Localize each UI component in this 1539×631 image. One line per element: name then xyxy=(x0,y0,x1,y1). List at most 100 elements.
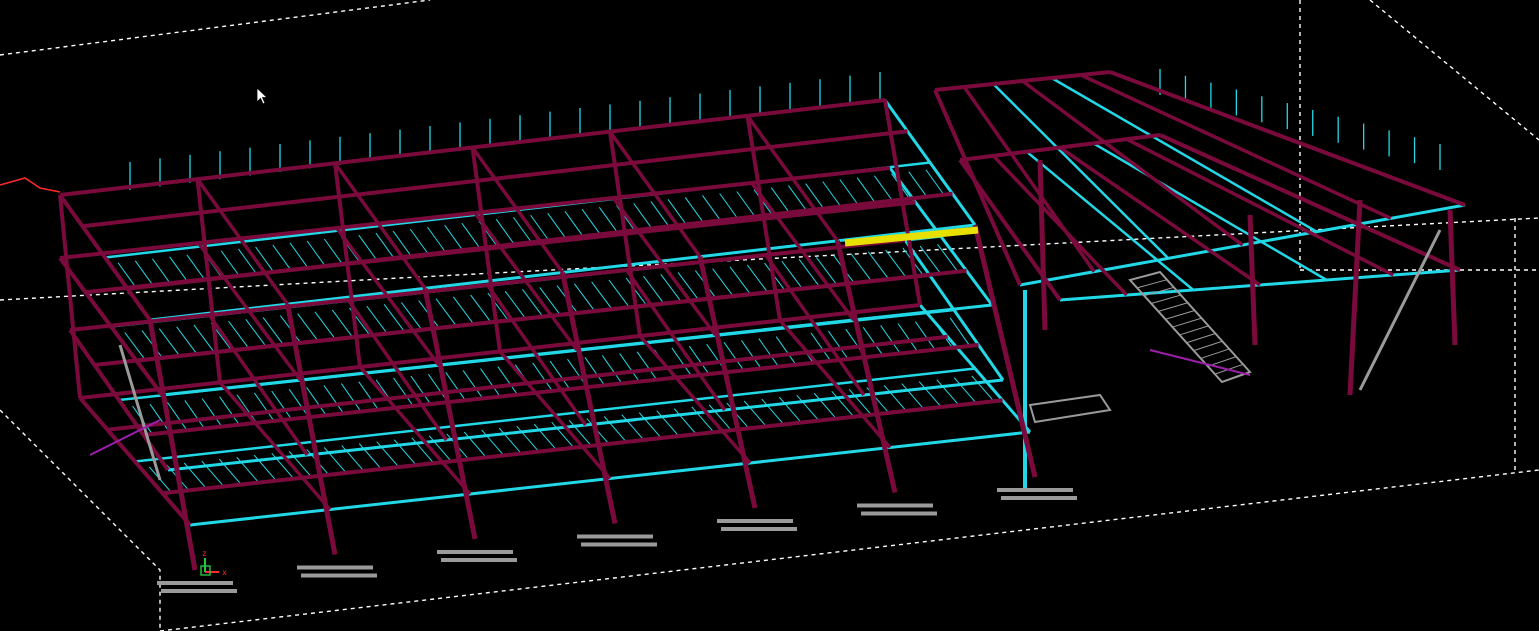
base-plate xyxy=(857,503,933,508)
floor-joist xyxy=(393,377,414,407)
floor-joist xyxy=(805,183,824,209)
floor-joist xyxy=(495,218,515,245)
floor-joist xyxy=(688,345,710,375)
floor-joist xyxy=(323,238,343,265)
floor-joist xyxy=(245,318,267,347)
floor-joist xyxy=(117,262,137,289)
floor-joist xyxy=(201,398,223,427)
back-column xyxy=(58,194,82,399)
floor-joist xyxy=(193,324,215,353)
floor-joist xyxy=(839,179,859,205)
floor-joist xyxy=(272,244,292,271)
landing-platform xyxy=(1028,393,1112,424)
floor-joist xyxy=(901,383,925,410)
floor-joist xyxy=(770,187,790,213)
floor-joist xyxy=(712,268,734,297)
annex-column xyxy=(1247,214,1258,346)
floor-joist xyxy=(152,258,171,285)
floor-joist xyxy=(401,302,423,331)
floor-joist xyxy=(435,298,457,327)
stair-tread xyxy=(1200,348,1230,359)
base-plate xyxy=(297,565,373,570)
floor-joist xyxy=(220,250,240,277)
floor-joist xyxy=(306,240,326,267)
floor-joist xyxy=(918,381,942,408)
floor-joist xyxy=(862,327,884,356)
floor-joist xyxy=(323,385,344,414)
floor-joist xyxy=(885,249,907,278)
annex-column xyxy=(1347,199,1363,396)
floor-joist xyxy=(452,296,475,325)
floor-joist xyxy=(723,342,745,371)
floor-joist xyxy=(409,228,429,255)
floor-joist xyxy=(271,390,292,420)
3d-model-viewport[interactable]: x z xyxy=(0,0,1539,631)
mouse-pointer-arrow-icon xyxy=(256,87,269,105)
floor-joist xyxy=(667,199,687,225)
stair-tread xyxy=(1158,302,1188,312)
floor-joist xyxy=(636,351,658,380)
section-line xyxy=(0,177,61,193)
floor-joist xyxy=(591,281,613,310)
bbox-edge xyxy=(159,469,1539,631)
floor-joist xyxy=(788,185,807,211)
floor-joist xyxy=(513,216,532,243)
floor-joist xyxy=(650,201,670,227)
floor-joist xyxy=(953,377,977,404)
floor-joist xyxy=(880,325,901,354)
floor-joist xyxy=(314,311,336,340)
stair-tread xyxy=(1151,294,1181,305)
stair-tread xyxy=(1136,279,1168,289)
floor-joist xyxy=(262,317,284,346)
base-plate xyxy=(161,589,237,593)
floor-joist xyxy=(383,303,405,332)
z-axis-label: z xyxy=(202,549,207,558)
floor-joist xyxy=(358,234,378,261)
floor-joist xyxy=(702,195,721,221)
stair-tread xyxy=(1186,333,1216,344)
base-plate xyxy=(717,519,793,523)
floor-joist xyxy=(746,264,769,293)
floor-joist xyxy=(340,383,362,412)
floor-joist xyxy=(461,222,481,249)
floor-joist xyxy=(581,209,601,235)
floor-joist xyxy=(410,375,431,405)
floor-joist xyxy=(573,283,596,312)
base-plate xyxy=(861,511,937,516)
floor-joist xyxy=(897,323,919,352)
floor-joist xyxy=(660,273,682,302)
secondary-steel-layer xyxy=(104,69,1466,527)
floor-joist xyxy=(539,287,561,316)
stair-tread xyxy=(1165,309,1195,320)
base-plate xyxy=(1001,496,1077,500)
x-axis-label: x xyxy=(222,568,227,577)
annex-girder xyxy=(962,85,1096,273)
stair-tread xyxy=(1179,325,1209,336)
steel-structure-model[interactable]: x z xyxy=(0,0,1539,631)
floor-joist xyxy=(253,392,275,422)
base-plate xyxy=(437,550,513,554)
floor-joist xyxy=(392,230,412,257)
bbox-edge xyxy=(0,409,161,631)
girder xyxy=(778,319,892,449)
base-plate xyxy=(301,573,377,578)
floor-joist xyxy=(598,207,618,233)
floor-joist xyxy=(810,332,832,362)
floor-joist xyxy=(427,226,446,253)
floor-joist xyxy=(936,379,960,406)
floor-joist xyxy=(186,254,206,281)
floor-joist xyxy=(758,338,779,367)
base-plate xyxy=(577,534,653,539)
floor-joist xyxy=(925,169,945,196)
floor-joist xyxy=(331,309,354,338)
floor-joist xyxy=(937,243,959,272)
base-plate xyxy=(441,558,517,562)
floor-joist xyxy=(238,248,257,275)
floor-joist xyxy=(297,313,319,342)
stair-tread xyxy=(1172,317,1202,328)
floor-joist xyxy=(677,272,699,301)
bbox-edge xyxy=(1369,0,1539,141)
base-plate xyxy=(721,527,797,531)
annex-column xyxy=(1447,209,1458,346)
floor-joist xyxy=(729,266,751,295)
